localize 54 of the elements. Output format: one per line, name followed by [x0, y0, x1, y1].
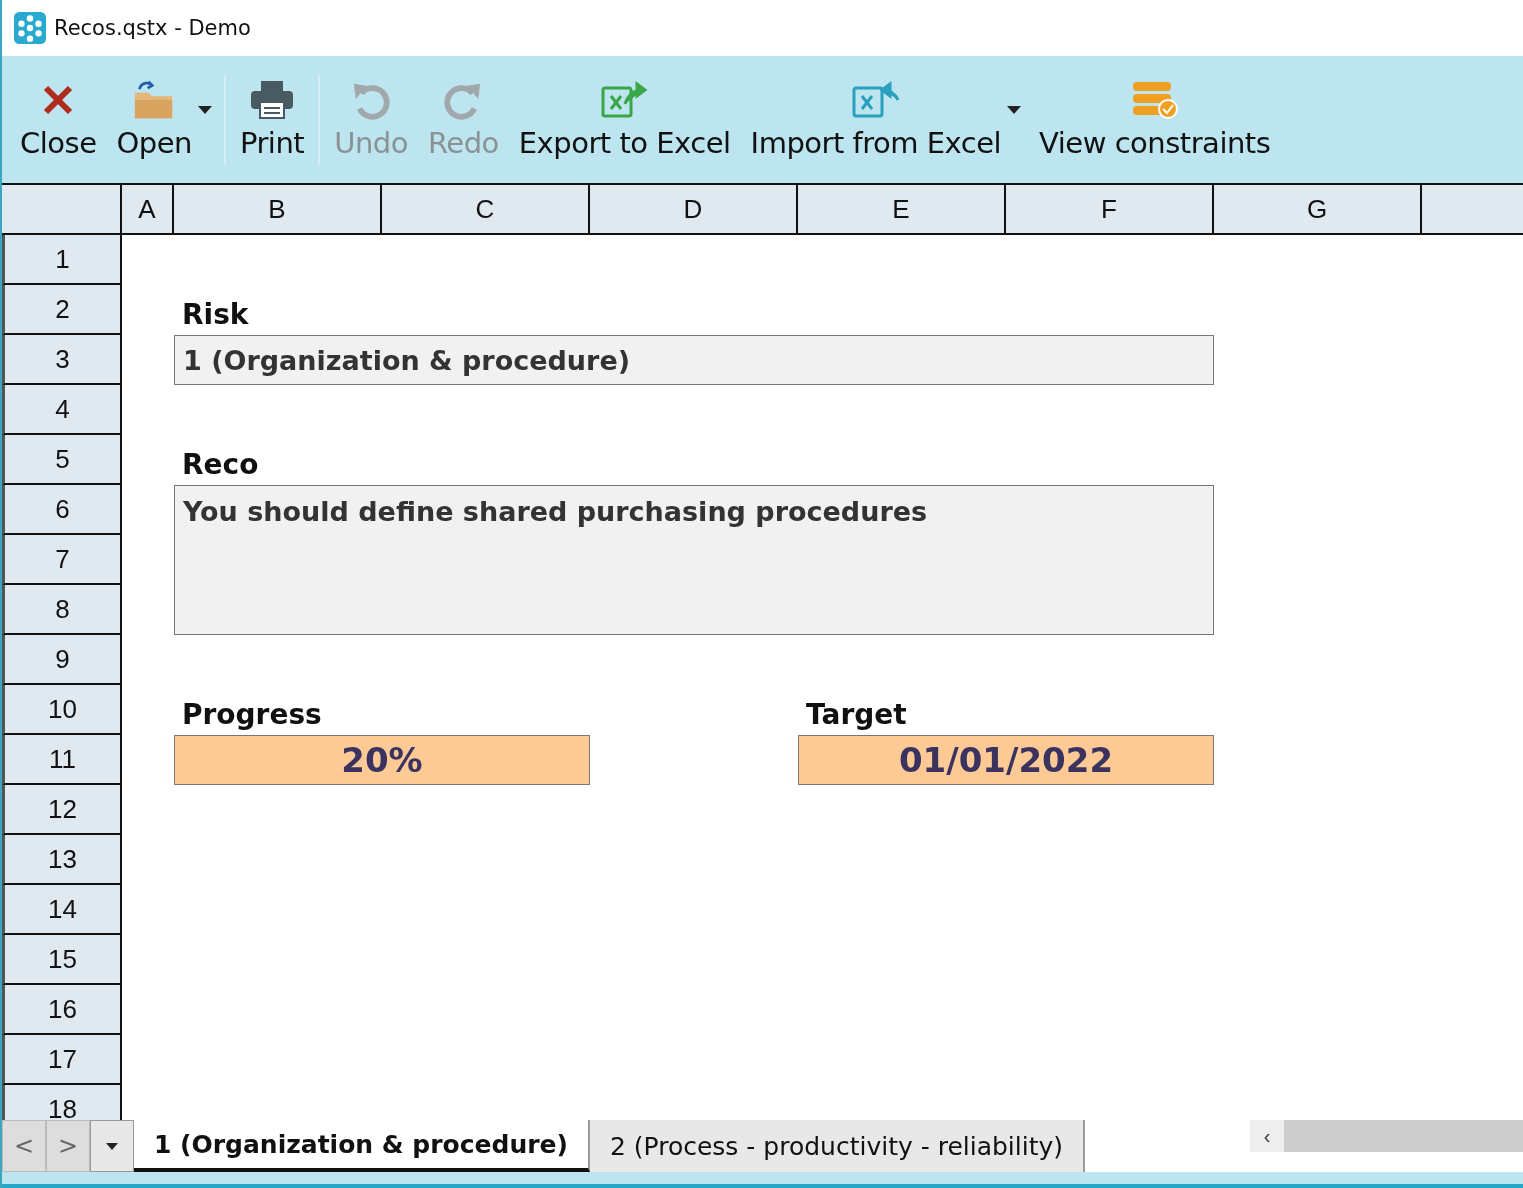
row-header[interactable]: 1 [2, 235, 122, 285]
row-header[interactable]: 6 [2, 485, 122, 535]
next-sheet-button[interactable]: > [46, 1120, 90, 1172]
caret-icon [106, 1142, 118, 1150]
toolbar-button[interactable]: Export to Excel [508, 64, 741, 175]
toolbar-button[interactable]: Print [229, 64, 315, 175]
toolbar-button[interactable]: Close [10, 64, 107, 175]
field-label: Reco [181, 447, 260, 483]
row-header[interactable]: 17 [2, 1035, 122, 1085]
row-header[interactable]: 13 [2, 835, 122, 885]
column-header[interactable]: D [590, 185, 798, 233]
database-check-icon [1131, 79, 1178, 120]
progress-field[interactable]: 20% [174, 735, 590, 785]
spreadsheet-arrow-icon [600, 79, 649, 120]
row-header[interactable]: 8 [2, 585, 122, 635]
app-logo-icon [14, 12, 46, 44]
column-header[interactable]: E [798, 185, 1006, 233]
toolbar-button[interactable]: Import from Excel [740, 64, 1012, 175]
row-header[interactable]: 12 [2, 785, 122, 835]
row-header[interactable]: 5 [2, 435, 122, 485]
row-header[interactable]: 3 [2, 335, 122, 385]
row-header[interactable]: 9 [2, 635, 122, 685]
window-title: Recos.qstx - Demo [54, 16, 251, 40]
toolbar-button[interactable]: Open [106, 64, 202, 175]
row-header[interactable]: 11 [2, 735, 122, 785]
column-header[interactable]: F [1006, 185, 1214, 233]
sheet-tab[interactable]: 1 (Organization & procedure) [134, 1120, 590, 1172]
row-header[interactable]: 7 [2, 535, 122, 585]
sheet-tab[interactable]: 2 (Process - productivity - reliability) [589, 1120, 1086, 1172]
column-header[interactable]: G [1214, 185, 1422, 233]
dropdown-caret-icon[interactable] [197, 105, 212, 114]
scroll-left-button[interactable]: ‹ [1250, 1120, 1284, 1152]
risk-field[interactable]: 1 (Organization & procedure) [174, 335, 1214, 385]
row-header[interactable]: 14 [2, 885, 122, 935]
horizontal-scrollbar[interactable]: ‹ [1250, 1120, 1523, 1152]
row-header[interactable]: 4 [2, 385, 122, 435]
row-header[interactable]: 10 [2, 685, 122, 735]
row-header[interactable]: 15 [2, 935, 122, 985]
column-header[interactable]: A [122, 185, 174, 233]
reco-field[interactable]: You should define shared purchasing procedures [174, 485, 1214, 635]
dropdown-caret-icon[interactable] [1007, 105, 1022, 114]
previous-sheet-button[interactable]: < [2, 1120, 46, 1172]
field-label: Progress [181, 697, 323, 733]
row-header[interactable]: 16 [2, 985, 122, 1035]
column-header[interactable]: C [382, 185, 590, 233]
field-label: Target [805, 697, 908, 733]
row-header[interactable]: 18 [2, 1085, 122, 1120]
row-header[interactable]: 2 [2, 285, 122, 335]
printer-icon [250, 79, 295, 120]
toolbar-button[interactable]: View constraints [1029, 64, 1281, 175]
field-label: Risk [181, 297, 250, 333]
spreadsheet-arrow-icon [851, 79, 900, 120]
target-field[interactable]: 01/01/2022 [798, 735, 1214, 785]
column-header[interactable]: B [174, 185, 382, 233]
